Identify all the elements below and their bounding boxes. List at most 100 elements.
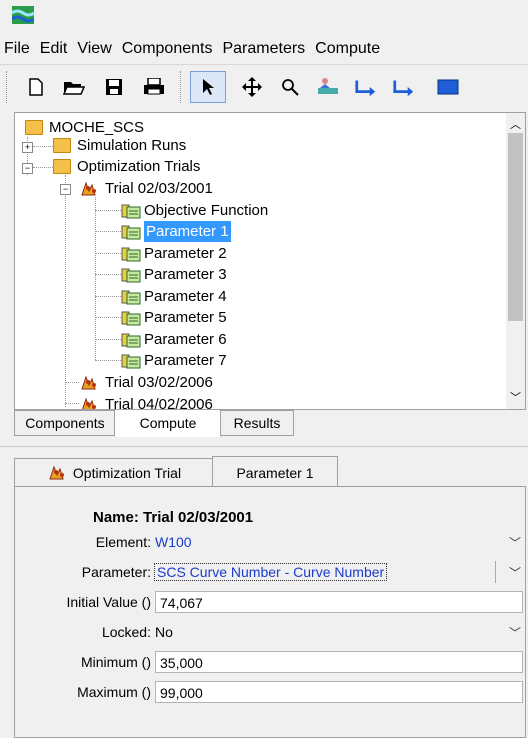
tab-parameter-1[interactable]: Parameter 1 (212, 456, 338, 489)
element-select[interactable]: W100 ﹀ (155, 531, 521, 553)
parameter-icon (121, 311, 141, 325)
minimum-label: Minimum () (81, 654, 151, 670)
tree-node-parameter-5[interactable]: Parameter 5 (121, 307, 227, 328)
parameter-value: SCS Curve Number - Curve Number (153, 563, 388, 581)
tree-node-trial-1[interactable]: Trial 02/03/2001 (79, 178, 213, 199)
combo-divider (495, 561, 496, 583)
tree-node-parameter-7[interactable]: Parameter 7 (121, 350, 227, 371)
maximum-label: Maximum () (77, 684, 151, 700)
minimum-field[interactable]: 35,000 (155, 651, 523, 673)
component-editor: Name: Trial 02/03/2001 Element: W100 ﹀ P… (14, 486, 526, 738)
scroll-thumb[interactable] (508, 133, 523, 321)
tree-vertical-scrollbar[interactable]: ︿ ﹀ (506, 113, 525, 409)
name-row: Name: Trial 02/03/2001 (93, 509, 253, 526)
expand-icon[interactable]: + (22, 142, 33, 153)
collapse-icon[interactable]: − (60, 184, 71, 195)
chevron-down-icon: ﹀ (508, 626, 521, 640)
zoom-icon[interactable] (278, 75, 302, 99)
tab-results-label: Results (233, 415, 281, 431)
folder-icon (53, 159, 71, 174)
results-icon[interactable] (436, 75, 460, 99)
tab-components[interactable]: Components (14, 410, 116, 436)
folder-icon (25, 120, 43, 135)
tree-simulation-runs-label: Simulation Runs (77, 137, 187, 154)
locked-label: Locked: (101, 624, 151, 640)
app-icon (12, 6, 34, 24)
tree-parameter-4-label: Parameter 4 (144, 288, 227, 305)
menu-compute[interactable]: Compute (311, 40, 386, 58)
toolbar-grip[interactable] (6, 71, 10, 103)
menu-parameters[interactable]: Parameters (218, 40, 311, 58)
maximum-field[interactable]: 99,000 (155, 681, 523, 703)
tab-parameter-1-label: Parameter 1 (236, 464, 314, 481)
parameter-icon (121, 268, 141, 282)
tree-optimization-trials-label: Optimization Trials (77, 158, 201, 175)
menu-view[interactable]: View (73, 40, 117, 58)
optimization-trial-icon (81, 375, 96, 389)
tree-node-optimization-trials[interactable]: Optimization Trials (53, 156, 200, 177)
locked-value: No (155, 624, 173, 640)
toolbar-grip-2[interactable] (180, 71, 184, 103)
tree-trial-3-label: Trial 04/02/2006 (105, 396, 213, 410)
watershed-explorer-tree[interactable]: MOCHE_SCS + Simulation Runs − Optimizati… (14, 112, 526, 410)
parameter-icon (121, 290, 141, 304)
tab-optimization-trial[interactable]: Optimization Trial (14, 458, 214, 488)
parameter-icon (121, 225, 141, 239)
tree-node-simulation-runs[interactable]: Simulation Runs (53, 135, 186, 156)
optimization-trial-icon (81, 397, 96, 409)
parameter-icon (121, 354, 141, 368)
menu-edit[interactable]: Edit (36, 40, 74, 58)
tree-parameter-6-label: Parameter 6 (144, 331, 227, 348)
tree-node-parameter-2[interactable]: Parameter 2 (121, 243, 227, 264)
initial-value-label: Initial Value () (66, 594, 151, 610)
save-icon[interactable] (102, 75, 126, 99)
parameter-select[interactable]: SCS Curve Number - Curve Number ﹀ (153, 561, 521, 583)
element-value: W100 (155, 534, 192, 550)
tab-components-label: Components (25, 415, 105, 431)
collapse-icon[interactable]: − (22, 163, 33, 174)
splitter[interactable] (0, 446, 528, 449)
optimization-trial-icon (81, 181, 96, 195)
name-value: Trial 02/03/2001 (143, 509, 254, 526)
tree-node-parameter-1[interactable]: Parameter 1 (121, 221, 231, 242)
chevron-down-icon: ﹀ (508, 566, 521, 580)
folder-icon (53, 138, 71, 153)
tree-trial-1-label: Trial 02/03/2001 (105, 180, 213, 197)
tree-node-parameter-4[interactable]: Parameter 4 (121, 286, 227, 307)
open-folder-icon[interactable] (62, 75, 86, 99)
tab-results[interactable]: Results (220, 410, 294, 436)
compute-run-icon[interactable] (316, 75, 340, 99)
initial-value-field[interactable]: 74,067 (155, 591, 523, 613)
print-icon[interactable] (142, 75, 166, 99)
optimization-trial-icon (49, 465, 64, 480)
tree-trial-2-label: Trial 03/02/2006 (105, 374, 213, 391)
select-arrow-icon[interactable] (190, 71, 226, 103)
name-label: Name: (93, 509, 139, 526)
tree-parameter-1-label: Parameter 1 (144, 221, 231, 242)
toolbar (0, 64, 528, 107)
compute-all-icon[interactable] (392, 75, 416, 99)
menu-file[interactable]: File (0, 40, 36, 58)
locked-select[interactable]: No ﹀ (155, 621, 521, 643)
tree-node-trial-3[interactable]: Trial 04/02/2006 (79, 394, 213, 410)
tree-parameter-7-label: Parameter 7 (144, 352, 227, 369)
tree-node-parameter-3[interactable]: Parameter 3 (121, 264, 227, 285)
pan-move-icon[interactable] (240, 75, 264, 99)
menu-components[interactable]: Components (118, 40, 219, 58)
new-file-icon[interactable] (24, 75, 48, 99)
tab-optimization-trial-label: Optimization Trial (72, 465, 182, 481)
tree-parameter-3-label: Parameter 3 (144, 266, 227, 283)
tree-node-trial-2[interactable]: Trial 03/02/2006 (79, 372, 213, 393)
menu-bar: File Edit View Components Parameters Com… (0, 36, 528, 62)
compute-current-icon[interactable] (354, 75, 378, 99)
tab-compute[interactable]: Compute (114, 410, 222, 437)
scroll-up-icon[interactable]: ︿ (510, 116, 521, 132)
scroll-down-icon[interactable]: ﹀ (510, 389, 521, 405)
parameter-label: Parameter: (81, 564, 151, 580)
tree-parameter-2-label: Parameter 2 (144, 245, 227, 262)
parameter-icon (121, 333, 141, 347)
tree-node-parameter-6[interactable]: Parameter 6 (121, 329, 227, 350)
parameter-icon (121, 204, 141, 218)
tree-node-objective-function[interactable]: Objective Function (121, 200, 268, 221)
tab-compute-label: Compute (139, 415, 197, 431)
